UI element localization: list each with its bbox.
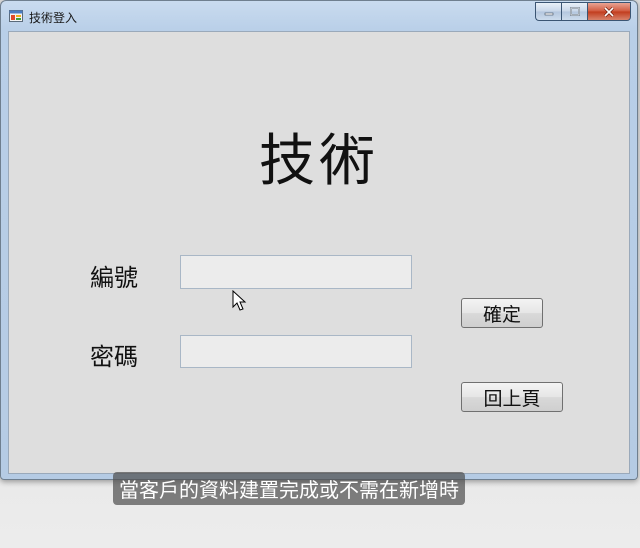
id-label: 編號 (90, 264, 138, 292)
id-input[interactable] (180, 255, 412, 289)
mouse-pointer-icon (232, 290, 247, 311)
minimize-icon (544, 12, 553, 15)
close-icon (603, 6, 615, 17)
maximize-icon (569, 7, 580, 16)
page-title: 技術 (259, 129, 379, 194)
caption-buttons (535, 2, 631, 21)
title-bar[interactable]: 技術登入 (1, 1, 637, 31)
login-window: 技術登入 技術 編號 密碼 確定 回上頁 (0, 0, 638, 480)
desktop: 技術登入 技術 編號 密碼 確定 回上頁 當客戶的資料建置完成或不需在新增時 (0, 0, 640, 548)
close-button[interactable] (587, 2, 631, 21)
maximize-button[interactable] (561, 2, 587, 21)
password-input[interactable] (180, 335, 412, 368)
confirm-button[interactable]: 確定 (461, 298, 543, 328)
window-title: 技術登入 (29, 11, 78, 25)
video-subtitle: 當客戶的資料建置完成或不需在新增時 (113, 472, 465, 505)
back-button[interactable]: 回上頁 (461, 382, 563, 412)
minimize-button[interactable] (535, 2, 561, 21)
password-label: 密碼 (90, 343, 138, 371)
form-client-area: 技術 編號 密碼 確定 回上頁 (8, 31, 630, 474)
windows-form-icon (9, 10, 23, 22)
